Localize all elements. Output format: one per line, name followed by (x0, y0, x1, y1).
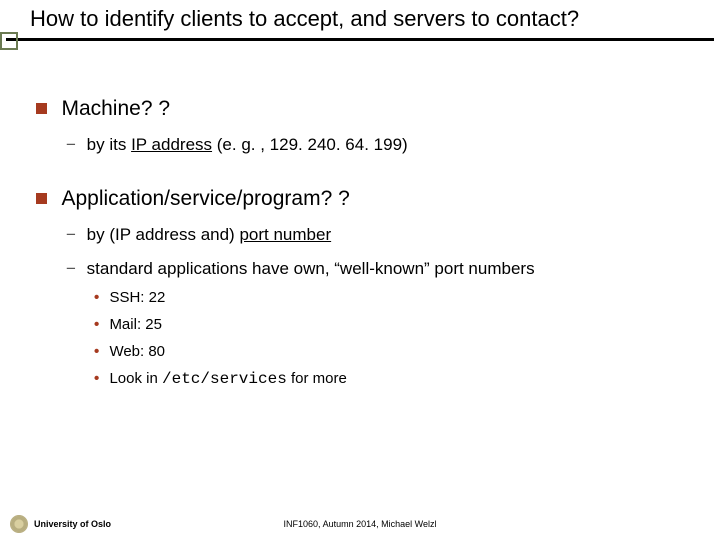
dot-icon: • (94, 370, 99, 387)
subitem-ip-address: − by its IP address (e. g. , 129. 240. 6… (66, 135, 692, 155)
footer-center-text: INF1060, Autumn 2014, Michael Welzl (284, 519, 437, 529)
university-seal-icon (10, 515, 28, 533)
bullet-text: Machine? ? (61, 97, 170, 120)
text-post: (e. g. , 129. 240. 64. 199) (212, 135, 408, 154)
dot-icon: • (94, 343, 99, 360)
bullet-application: Application/service/program? ? (36, 187, 692, 211)
text: Mail: 25 (109, 316, 162, 333)
footer-left-text: University of Oslo (34, 519, 111, 529)
footer-left: University of Oslo (10, 515, 111, 533)
title-rule (6, 38, 714, 41)
slide-footer: University of Oslo INF1060, Autumn 2014,… (0, 512, 720, 536)
dot-icon: • (94, 316, 99, 333)
text-underline: port number (239, 225, 331, 244)
text-post: for more (287, 370, 347, 387)
subsub-mail: • Mail: 25 (94, 316, 692, 333)
text-underline: IP address (131, 135, 212, 154)
slide-title: How to identify clients to accept, and s… (30, 6, 579, 31)
subitem-well-known: − standard applications have own, “well-… (66, 259, 692, 279)
dash-icon: − (66, 225, 76, 244)
square-bullet-icon (36, 193, 47, 204)
slide-content: Machine? ? − by its IP address (e. g. , … (0, 41, 720, 388)
dash-icon: − (66, 259, 76, 278)
slide-title-wrap: How to identify clients to accept, and s… (0, 0, 720, 36)
square-bullet-icon (36, 103, 47, 114)
subsub-ssh: • SSH: 22 (94, 289, 692, 306)
subsub-etc-services: • Look in /etc/services for more (94, 370, 692, 388)
code-text: /etc/services (162, 370, 287, 388)
text: Web: 80 (109, 343, 165, 360)
text-pre: by its (87, 135, 131, 154)
subitem-port-number: − by (IP address and) port number (66, 225, 692, 245)
text: SSH: 22 (109, 289, 165, 306)
text-pre: by (IP address and) (87, 225, 240, 244)
dot-icon: • (94, 289, 99, 306)
subsub-web: • Web: 80 (94, 343, 692, 360)
dash-icon: − (66, 135, 76, 154)
text-pre: standard applications have own, “well-kn… (87, 259, 535, 278)
bullet-machine: Machine? ? (36, 97, 692, 121)
text-pre: Look in (109, 370, 162, 387)
bullet-text: Application/service/program? ? (61, 187, 349, 210)
